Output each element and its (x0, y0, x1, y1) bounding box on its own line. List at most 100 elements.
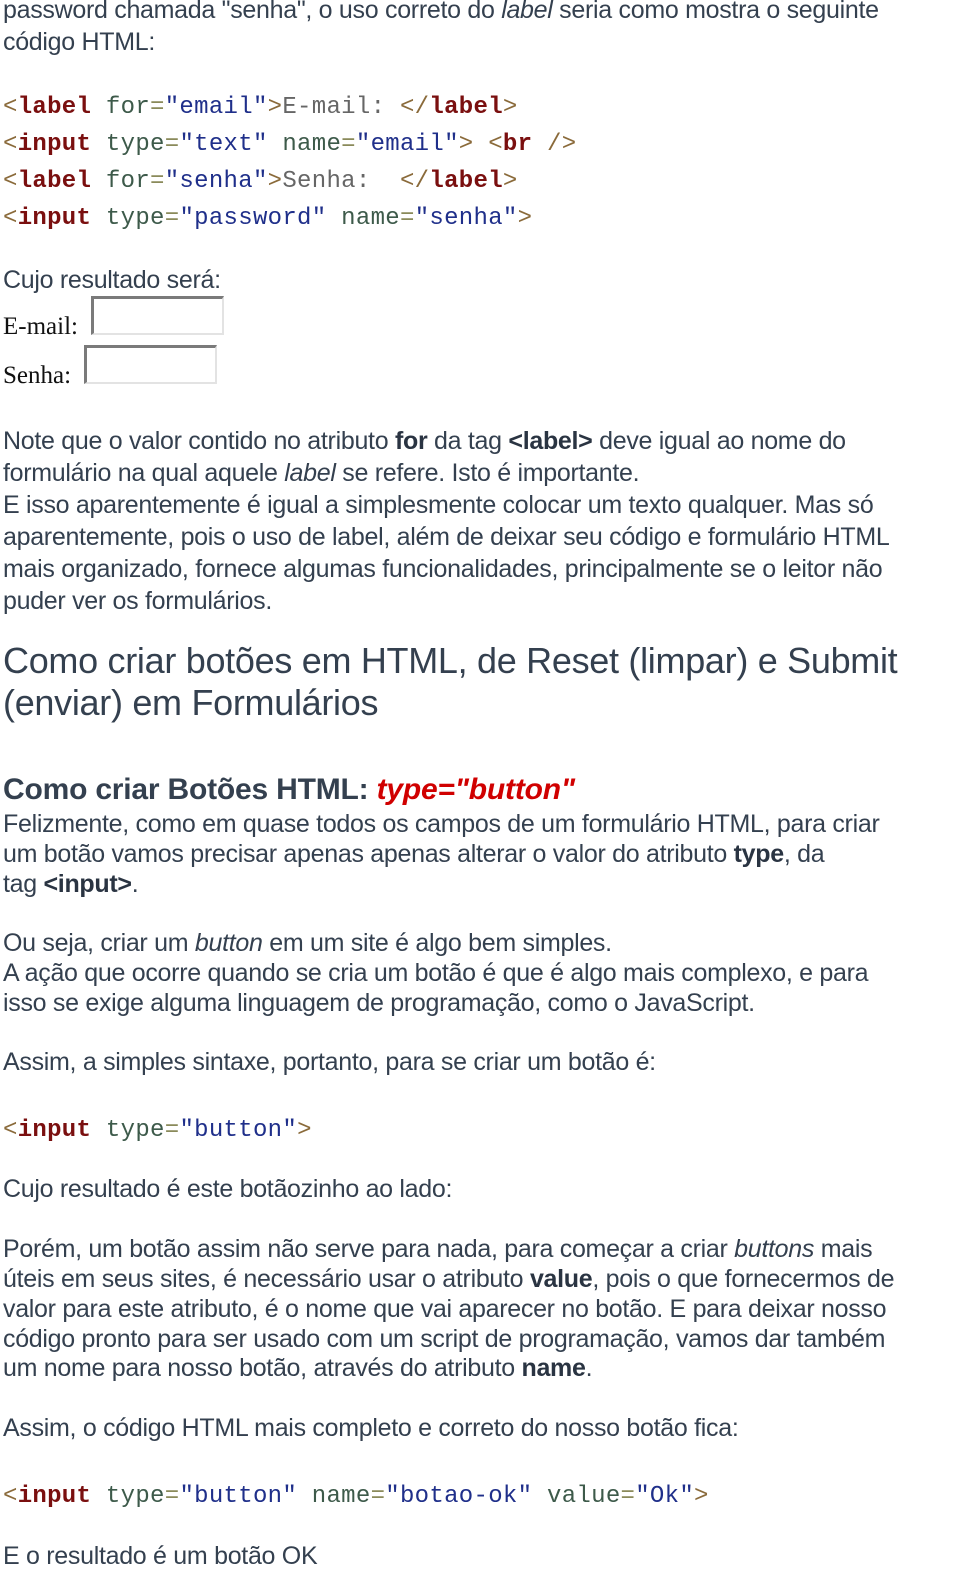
code-token-val: "text" (179, 131, 268, 158)
text: Note que o valor contido no atributo (3, 427, 395, 455)
code-token-val: "password" (179, 205, 327, 232)
para5-line-1: Porém, um botão assim não serve para nad… (3, 1234, 873, 1264)
email-label: E-mail: (3, 313, 78, 340)
code-token-val: "button" (179, 1117, 298, 1144)
bold-value: value (529, 1265, 593, 1293)
code-token-br: > (458, 131, 474, 158)
emphasis: label (284, 459, 336, 487)
code-token-br: < (3, 1483, 18, 1510)
note-line-2: formulário na qual aquele label se refer… (3, 457, 640, 489)
code-line: <input type="button" name="botao-ok" val… (3, 1478, 709, 1515)
note-line-3: E isso aparentemente é igual a simplesme… (3, 491, 874, 519)
code-token-val: "Ok" (635, 1483, 695, 1510)
emphasis: button (194, 929, 263, 957)
para7: E o resultado é um botão OK (3, 1542, 318, 1570)
result-intro: Cujo resultado será: (3, 266, 221, 294)
code-token-eq: = (620, 1483, 636, 1510)
intro-line-2: código HTML: (3, 28, 156, 56)
code-line: <input type="button"> (3, 1112, 312, 1149)
code-token-attr: name (326, 205, 400, 232)
subsection-title: Como criar Botões HTML: type="button" (3, 773, 575, 807)
note-line-1: Note que o valor contido no atributo for… (3, 425, 846, 457)
text: mais (814, 1235, 873, 1263)
code-highlight: type="button" (376, 773, 576, 806)
code-token-eq: = (370, 1483, 386, 1510)
code-token-br: > (297, 1117, 312, 1144)
emphasis: label (501, 0, 553, 24)
para5-line-4: código pronto para ser usado com um scri… (3, 1325, 886, 1353)
code-token-tag: br (502, 131, 533, 158)
code-token-eq: = (164, 1117, 180, 1144)
note-line-5: mais organizado, fornece algumas funcion… (3, 555, 883, 583)
code-token-br: > (694, 1483, 709, 1510)
code-token-val: "button" (179, 1483, 298, 1510)
code-token-tag: label (17, 94, 92, 121)
code-token-txt: E-mail: (282, 94, 400, 121)
text: deve igual ao nome do (592, 427, 846, 455)
text: Ou seja, criar um (3, 929, 195, 957)
text: tag (3, 870, 44, 898)
code-token-br: < (488, 131, 503, 158)
code-token-br: < (3, 205, 18, 232)
code-token-attr: value (532, 1483, 621, 1510)
subsection-p1-line-2: um botão vamos precisar apenas apenas al… (3, 839, 825, 869)
code-token-tag: input (17, 205, 92, 232)
code-token-br: > (267, 168, 283, 195)
code-token-eq: = (150, 168, 165, 195)
code-token-attr: for (91, 168, 151, 195)
code-token-br: /> (532, 131, 577, 158)
code-line: <label for="senha">Senha: </label> (3, 163, 576, 200)
text: . (131, 870, 139, 898)
code-token-val: "senha" (164, 168, 268, 195)
subsection-p1-line-3: tag <input>. (3, 869, 139, 899)
code-token-br: > (267, 94, 283, 121)
code-token-br: </ (399, 94, 430, 121)
code-block-3: <input type="button" name="botao-ok" val… (3, 1478, 709, 1515)
code-token-br: < (3, 94, 18, 121)
text: um nome para nosso botão, através do atr… (3, 1354, 522, 1382)
code-token-br: < (3, 131, 18, 158)
para2-line-2: A ação que ocorre quando se cria um botã… (3, 959, 869, 987)
code-block-1: <label for="email">E-mail: </label> <inpu… (3, 89, 576, 237)
code-token-br: > (517, 205, 533, 232)
code-token-br: > (502, 94, 518, 121)
para6: Assim, o código HTML mais completo e cor… (3, 1414, 739, 1442)
para5-line-5: um nome para nosso botão, através do atr… (3, 1353, 593, 1383)
code-token-attr: name (297, 1483, 371, 1510)
code-token-attr: name (267, 131, 342, 158)
para3: Assim, a simples sintaxe, portanto, para… (3, 1048, 656, 1076)
note-line-6: puder ver os formulários. (3, 587, 273, 615)
text: um botão vamos precisar apenas apenas al… (3, 840, 734, 868)
code-token-eq: = (164, 1483, 180, 1510)
code-line: <input type="text" name="email"> <br /> (3, 126, 576, 163)
code-token-tag: input (17, 1117, 92, 1144)
section-title-line-2: (enviar) em Formulários (3, 682, 379, 723)
code-token-attr: type (91, 1117, 165, 1144)
para5-line-2: úteis em seus sites, é necessário usar o… (3, 1264, 894, 1294)
bold-for: for (394, 427, 428, 455)
code-token-val: "email" (164, 94, 268, 121)
email-input[interactable] (91, 296, 224, 335)
code-token-attr: type (91, 131, 165, 158)
code-token-tag: label (429, 94, 503, 121)
senha-input[interactable] (84, 345, 217, 384)
code-token-br: < (3, 1117, 18, 1144)
text: , pois o que fornecermos de (592, 1265, 895, 1293)
text: Como criar Botões HTML: (3, 773, 377, 806)
subsection-p1-line-1: Felizmente, como em quase todos os campo… (3, 810, 880, 838)
text: formulário na qual aquele (3, 459, 285, 487)
emphasis: buttons (734, 1235, 815, 1263)
code-line: <input type="password" name="senha"> (3, 200, 576, 237)
code-token-eq: = (399, 205, 415, 232)
text: se refere. Isto é importante. (335, 459, 640, 487)
intro-line-1: password chamada "senha", o uso correto … (3, 0, 879, 26)
code-token-eq: = (164, 131, 180, 158)
para5-line-3: valor para este atributo, é o nome que v… (3, 1295, 887, 1323)
text: seria como mostra o seguinte (552, 0, 879, 24)
bold-type: type (733, 840, 785, 868)
text: , da (783, 840, 825, 868)
note-line-4: aparentemente, pois o uso de label, além… (3, 523, 890, 551)
para2-line-1: Ou seja, criar um button em um site é al… (3, 928, 612, 958)
code-token-attr: type (91, 1483, 165, 1510)
